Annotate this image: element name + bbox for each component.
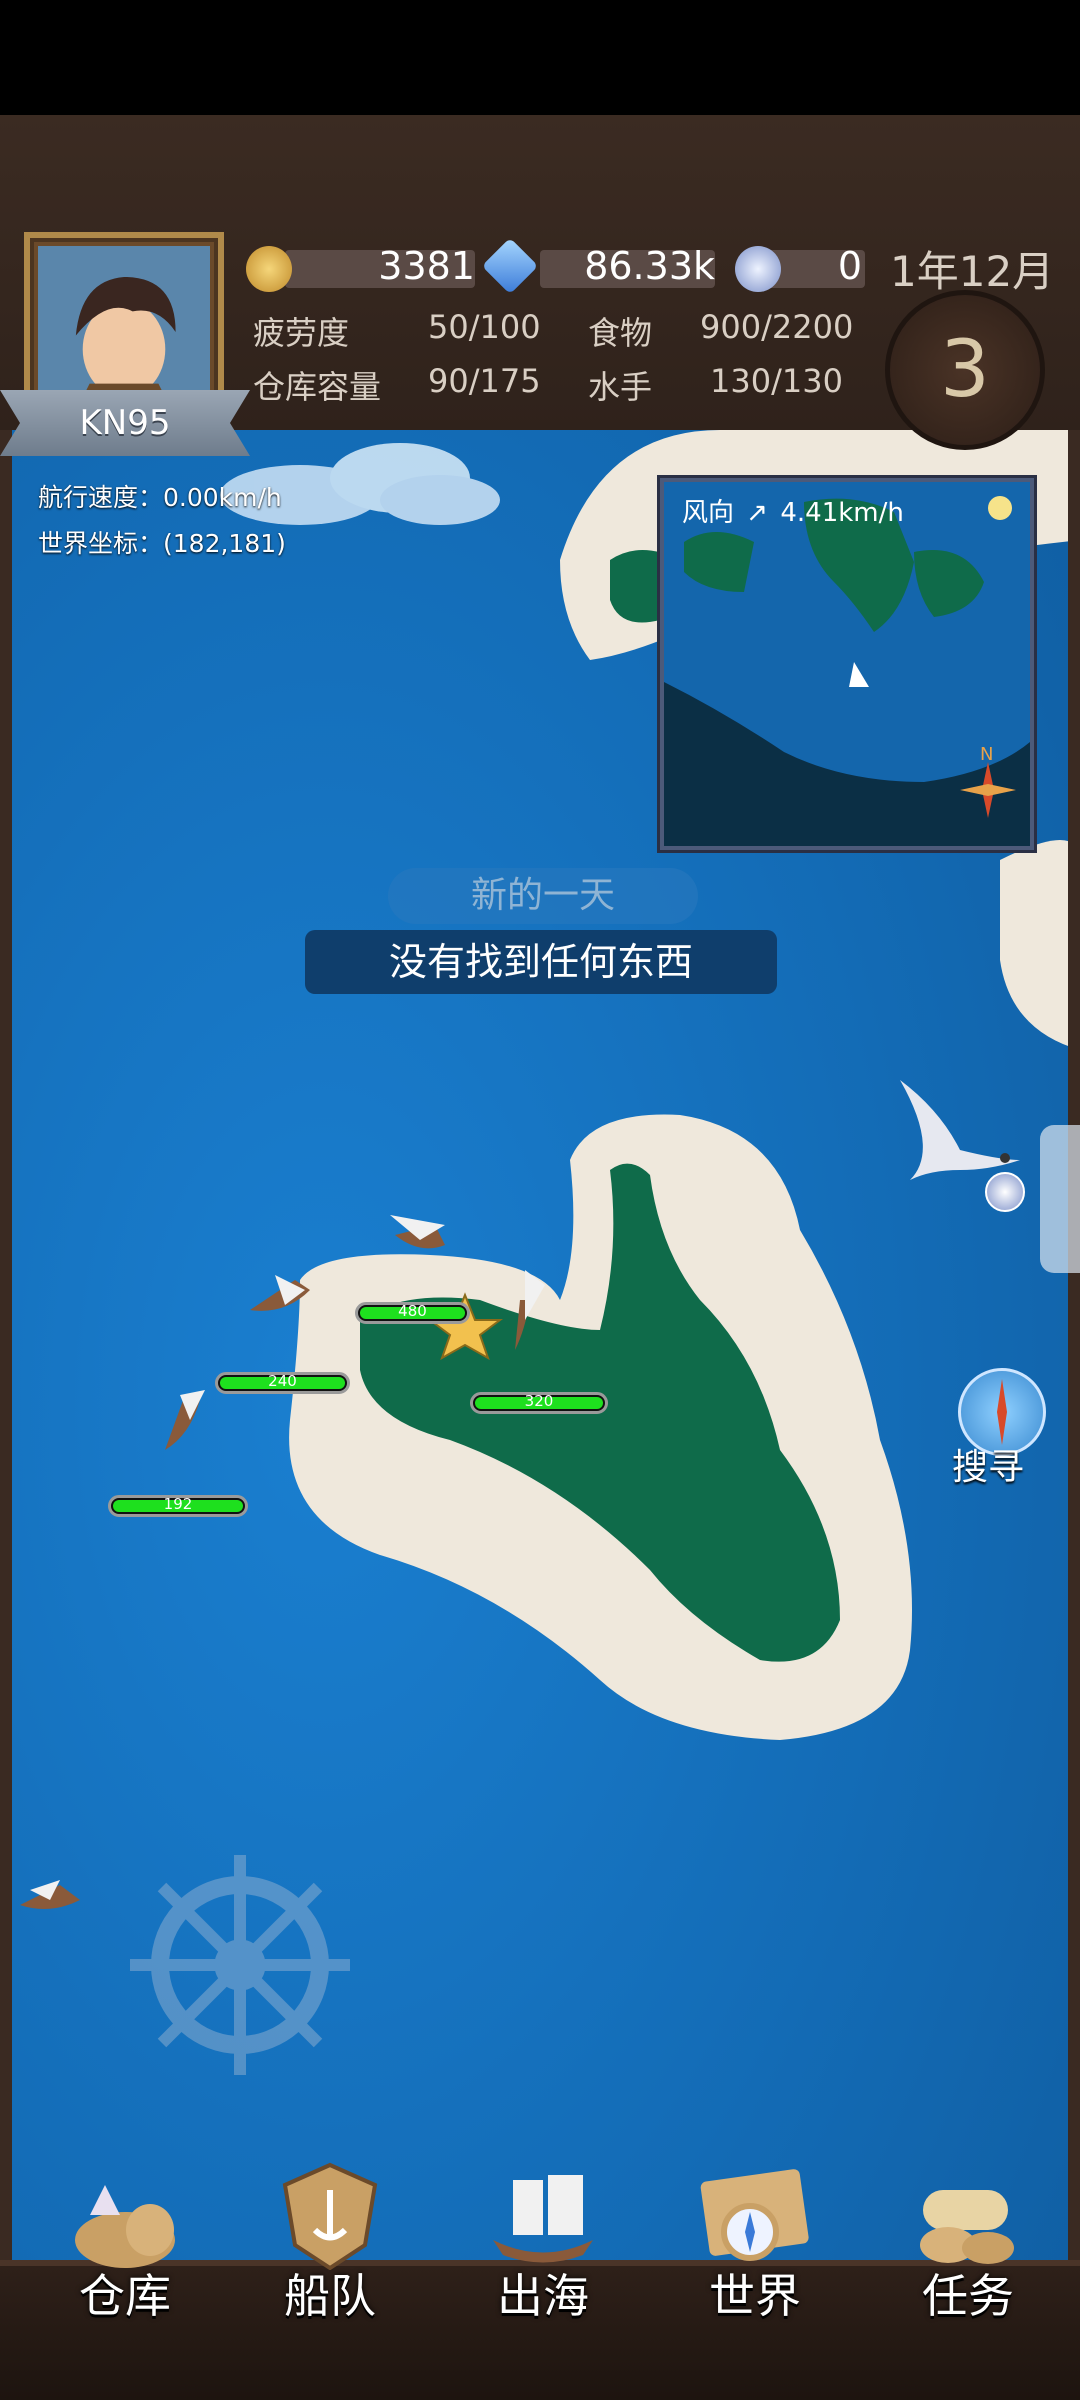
- compass-north-label: N: [980, 744, 994, 765]
- ship-hp-value: 240: [268, 1372, 297, 1390]
- fatigue-value: 50/100: [428, 308, 541, 346]
- search-label: 搜寻: [952, 1447, 1025, 1488]
- wind-indicator: 风向 ↗ 4.41km/h: [682, 492, 904, 529]
- ship-hp-value: 320: [524, 1392, 554, 1410]
- nav-fleet-label: 船队: [284, 2269, 376, 2323]
- quest-icon: [908, 2160, 1028, 2270]
- food-value: 900/2200: [700, 308, 854, 346]
- search-button[interactable]: 搜寻: [952, 1368, 1048, 1488]
- coin-icon: [246, 246, 292, 292]
- nav-set-sail-label: 出海: [497, 2269, 589, 2323]
- food-label: 食物: [588, 314, 653, 352]
- ship-hp-bar: 320: [470, 1392, 608, 1414]
- ship-hp-bar: 240: [215, 1372, 350, 1394]
- ship-wheel: [130, 1855, 350, 2075]
- sailors-value: 130/130: [710, 362, 843, 400]
- ship-hp-value: 192: [163, 1495, 193, 1513]
- compass-icon: [960, 762, 1016, 818]
- wind-arrow-icon: ↗: [746, 498, 769, 528]
- sun-icon: [988, 496, 1012, 520]
- nav-quest[interactable]: 任务: [888, 2160, 1048, 2400]
- shield-token-icon[interactable]: [985, 1172, 1025, 1212]
- storage-value: 90/175: [428, 362, 541, 400]
- token-value: 0: [837, 244, 862, 288]
- fleet-icon: [270, 2160, 390, 2271]
- seagull: [900, 1080, 1020, 1180]
- wind-speed: 4.41km/h: [780, 498, 904, 528]
- fatigue-label: 疲劳度: [253, 314, 350, 352]
- world-coordinates: 世界坐标：(182,181): [38, 529, 286, 558]
- wind-label: 风向: [682, 498, 735, 528]
- ship-hp-bar: 480: [355, 1302, 470, 1324]
- nav-world[interactable]: 世界: [675, 2160, 835, 2400]
- nav-quest-label: 任务: [922, 2269, 1014, 2323]
- search-result-message: 没有找到任何东西: [305, 930, 777, 994]
- sailors-label: 水手: [588, 368, 653, 406]
- sailing-speed: 航行速度：0.00km/h: [38, 483, 282, 512]
- set-sail-icon: [483, 2160, 603, 2270]
- ship-hp-value: 480: [398, 1302, 427, 1320]
- new-day-message: 新的一天: [388, 868, 698, 924]
- player-name: KN95: [79, 403, 171, 443]
- world-icon: [695, 2160, 815, 2270]
- gem-value: 86.33k: [584, 244, 715, 288]
- nav-set-sail[interactable]: 出海: [463, 2160, 623, 2400]
- day-number: 3: [940, 325, 990, 415]
- side-drawer-handle[interactable]: [1040, 1125, 1080, 1273]
- nav-warehouse[interactable]: 仓库: [45, 2160, 205, 2400]
- nav-world-label: 世界: [709, 2269, 801, 2323]
- storage-label: 仓库容量: [253, 368, 382, 406]
- warehouse-icon: [65, 2160, 185, 2270]
- nav-fleet[interactable]: 船队: [250, 2160, 410, 2400]
- status-bar: [0, 0, 1080, 115]
- coin-value: 3381: [378, 244, 475, 288]
- ship-hp-bar: 192: [108, 1495, 248, 1517]
- nav-warehouse-label: 仓库: [79, 2269, 171, 2323]
